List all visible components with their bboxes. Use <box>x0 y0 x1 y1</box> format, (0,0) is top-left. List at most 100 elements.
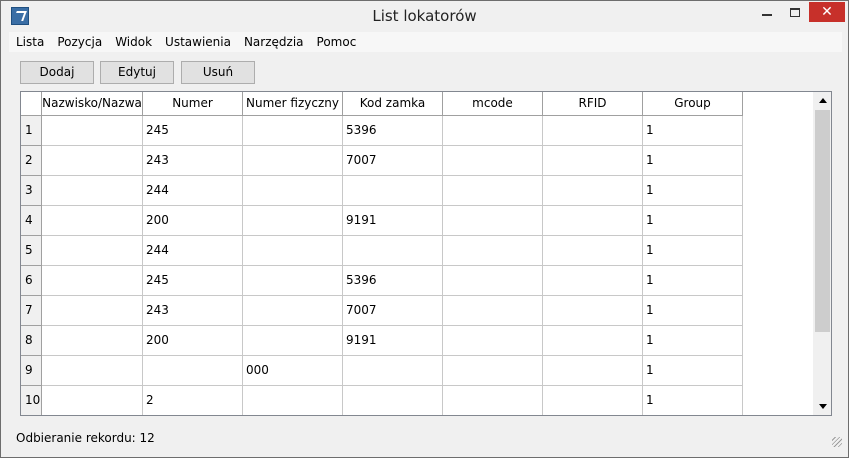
cell-numer[interactable]: 243 <box>143 296 243 326</box>
row-number[interactable]: 9 <box>21 356 42 386</box>
cell-nazwisko[interactable] <box>42 296 143 326</box>
vertical-scrollbar[interactable] <box>813 92 831 415</box>
close-button[interactable]: ✕ <box>809 2 845 22</box>
row-number[interactable]: 3 <box>21 176 42 206</box>
cell-kod-zamka[interactable]: 5396 <box>343 116 443 146</box>
cell-mcode[interactable] <box>443 386 543 415</box>
column-header-nazwisko[interactable]: Nazwisko/Nazwa <box>42 92 143 116</box>
cell-group[interactable]: 1 <box>643 386 743 415</box>
menu-widok[interactable]: Widok <box>108 32 158 52</box>
cell-numer[interactable]: 245 <box>143 266 243 296</box>
add-button[interactable]: Dodaj <box>20 61 94 84</box>
scroll-down-button[interactable] <box>813 398 831 415</box>
maximize-button[interactable] <box>781 2 809 22</box>
cell-numer-fizyczny[interactable] <box>243 236 343 266</box>
minimize-button[interactable] <box>753 2 781 22</box>
row-number[interactable]: 10 <box>21 386 42 415</box>
cell-nazwisko[interactable] <box>42 146 143 176</box>
cell-rfid[interactable] <box>543 206 643 236</box>
cell-group[interactable]: 1 <box>643 146 743 176</box>
column-header-group[interactable]: Group <box>643 92 743 116</box>
cell-rfid[interactable] <box>543 176 643 206</box>
row-number[interactable]: 8 <box>21 326 42 356</box>
cell-rfid[interactable] <box>543 326 643 356</box>
cell-mcode[interactable] <box>443 326 543 356</box>
cell-kod-zamka[interactable] <box>343 236 443 266</box>
delete-button[interactable]: Usuń <box>181 61 255 84</box>
row-number[interactable]: 7 <box>21 296 42 326</box>
cell-numer[interactable]: 244 <box>143 236 243 266</box>
cell-nazwisko[interactable] <box>42 176 143 206</box>
cell-mcode[interactable] <box>443 116 543 146</box>
cell-numer-fizyczny[interactable] <box>243 386 343 415</box>
cell-numer[interactable] <box>143 356 243 386</box>
cell-mcode[interactable] <box>443 296 543 326</box>
cell-mcode[interactable] <box>443 266 543 296</box>
row-number[interactable]: 5 <box>21 236 42 266</box>
cell-group[interactable]: 1 <box>643 116 743 146</box>
data-grid[interactable]: Nazwisko/Nazwa Numer Numer fizyczny Kod … <box>20 91 832 416</box>
cell-kod-zamka[interactable]: 9191 <box>343 206 443 236</box>
column-header-numer[interactable]: Numer <box>143 92 243 116</box>
cell-group[interactable]: 1 <box>643 326 743 356</box>
cell-nazwisko[interactable] <box>42 386 143 415</box>
cell-rfid[interactable] <box>543 296 643 326</box>
cell-numer-fizyczny[interactable] <box>243 176 343 206</box>
cell-kod-zamka[interactable] <box>343 386 443 415</box>
cell-kod-zamka[interactable]: 9191 <box>343 326 443 356</box>
menu-narzedzia[interactable]: Narzędzia <box>237 32 310 52</box>
cell-kod-zamka[interactable]: 7007 <box>343 146 443 176</box>
cell-nazwisko[interactable] <box>42 266 143 296</box>
cell-numer[interactable]: 245 <box>143 116 243 146</box>
cell-mcode[interactable] <box>443 176 543 206</box>
cell-nazwisko[interactable] <box>42 116 143 146</box>
cell-rfid[interactable] <box>543 146 643 176</box>
cell-numer-fizyczny[interactable] <box>243 326 343 356</box>
cell-group[interactable]: 1 <box>643 266 743 296</box>
column-header-numer-fizyczny[interactable]: Numer fizyczny <box>243 92 343 116</box>
cell-numer[interactable]: 200 <box>143 326 243 356</box>
menu-pozycja[interactable]: Pozycja <box>50 32 108 52</box>
menu-ustawienia[interactable]: Ustawienia <box>158 32 237 52</box>
cell-kod-zamka[interactable]: 5396 <box>343 266 443 296</box>
cell-numer-fizyczny[interactable]: 000 <box>243 356 343 386</box>
cell-mcode[interactable] <box>443 356 543 386</box>
cell-group[interactable]: 1 <box>643 236 743 266</box>
row-number[interactable]: 4 <box>21 206 42 236</box>
row-number[interactable]: 2 <box>21 146 42 176</box>
cell-mcode[interactable] <box>443 206 543 236</box>
cell-group[interactable]: 1 <box>643 176 743 206</box>
scrollbar-thumb[interactable] <box>815 110 830 332</box>
cell-rfid[interactable] <box>543 116 643 146</box>
menu-lista[interactable]: Lista <box>9 32 50 52</box>
cell-kod-zamka[interactable]: 7007 <box>343 296 443 326</box>
menu-pomoc[interactable]: Pomoc <box>310 32 363 52</box>
resize-grip-icon[interactable] <box>832 437 842 447</box>
edit-button[interactable]: Edytuj <box>100 61 174 84</box>
cell-numer-fizyczny[interactable] <box>243 206 343 236</box>
cell-nazwisko[interactable] <box>42 206 143 236</box>
row-number[interactable]: 1 <box>21 116 42 146</box>
cell-rfid[interactable] <box>543 266 643 296</box>
cell-group[interactable]: 1 <box>643 296 743 326</box>
cell-mcode[interactable] <box>443 146 543 176</box>
row-number[interactable]: 6 <box>21 266 42 296</box>
cell-numer[interactable]: 2 <box>143 386 243 415</box>
cell-group[interactable]: 1 <box>643 206 743 236</box>
cell-kod-zamka[interactable] <box>343 176 443 206</box>
cell-numer-fizyczny[interactable] <box>243 296 343 326</box>
cell-numer[interactable]: 244 <box>143 176 243 206</box>
cell-numer[interactable]: 200 <box>143 206 243 236</box>
cell-rfid[interactable] <box>543 236 643 266</box>
title-bar[interactable]: List lokatorów ✕ <box>1 1 848 32</box>
column-header-kod-zamka[interactable]: Kod zamka <box>343 92 443 116</box>
column-header-rfid[interactable]: RFID <box>543 92 643 116</box>
cell-numer[interactable]: 243 <box>143 146 243 176</box>
cell-mcode[interactable] <box>443 236 543 266</box>
cell-group[interactable]: 1 <box>643 356 743 386</box>
scroll-up-button[interactable] <box>813 92 831 109</box>
column-header-mcode[interactable]: mcode <box>443 92 543 116</box>
cell-numer-fizyczny[interactable] <box>243 116 343 146</box>
cell-numer-fizyczny[interactable] <box>243 146 343 176</box>
cell-nazwisko[interactable] <box>42 326 143 356</box>
